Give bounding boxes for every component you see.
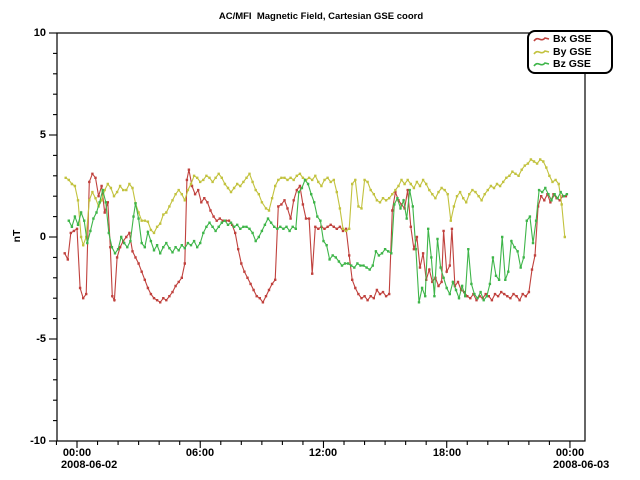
- legend-entry-bz: Bz GSE: [533, 58, 611, 71]
- end-date-label: 2008-06-03: [553, 459, 609, 471]
- legend-entry-by: By GSE: [533, 46, 611, 59]
- x-tick-label-1200: 12:00: [298, 447, 348, 459]
- x-tick-label-1800: 18:00: [422, 447, 472, 459]
- y-tick-label-5: 5: [12, 129, 46, 142]
- legend-entry-bx: Bx GSE: [533, 33, 611, 46]
- y-tick-label-10: 10: [12, 27, 46, 40]
- by-line-sample-icon: [533, 48, 550, 57]
- start-date-label: 2008-06-02: [61, 459, 117, 471]
- legend: Bx GSE By GSE Bz GSE: [527, 30, 613, 74]
- bz-line-sample-icon: [533, 60, 550, 69]
- x-tick-label-0000-start: 00:00: [52, 447, 102, 459]
- x-tick-label-0600: 06:00: [175, 447, 225, 459]
- y-tick-label-neg5: -5: [12, 333, 46, 346]
- legend-label-bx: Bx GSE: [553, 34, 592, 45]
- plot-window: AC/MFI Magnetic Field, Cartesian GSE coo…: [0, 0, 640, 480]
- y-tick-label-0: 0: [12, 231, 46, 244]
- y-tick-label-neg10: -10: [12, 435, 46, 448]
- legend-label-bz: Bz GSE: [553, 59, 591, 70]
- x-tick-label-0000-end: 00:00: [545, 447, 595, 459]
- legend-label-by: By GSE: [553, 47, 592, 58]
- bx-line-sample-icon: [533, 35, 550, 44]
